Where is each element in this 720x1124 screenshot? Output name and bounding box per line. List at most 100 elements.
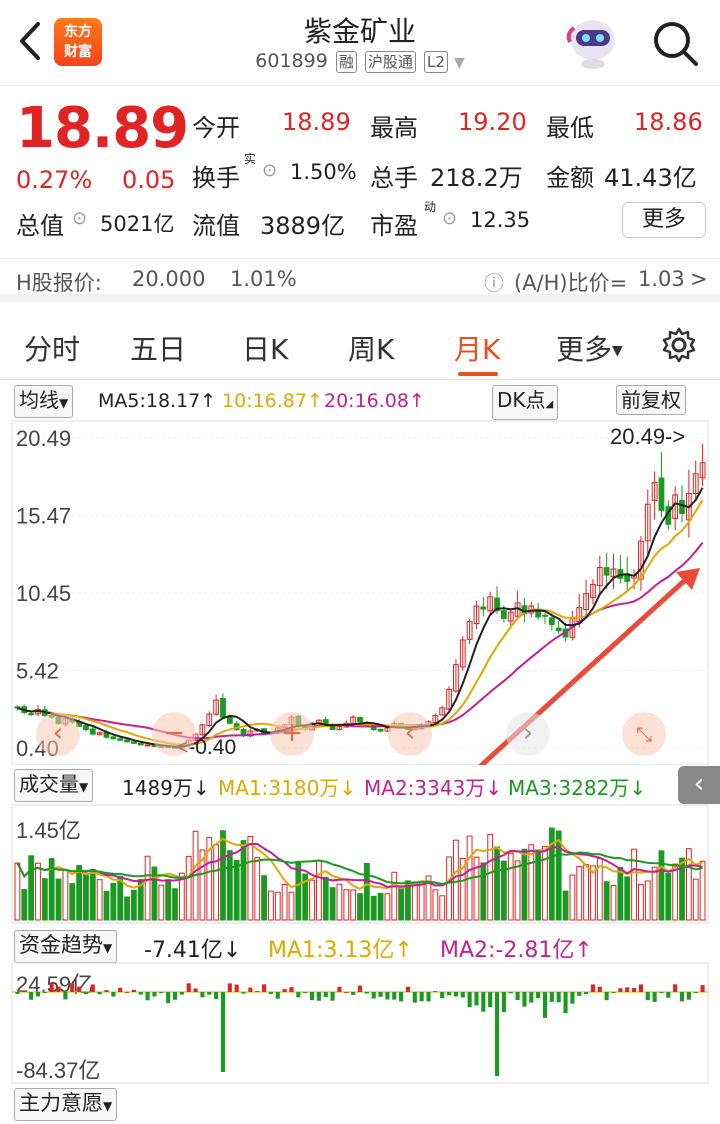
volume-bar [213, 844, 220, 921]
fund-bar [351, 992, 356, 995]
high-value: 19.20 [458, 108, 527, 136]
dk-point-button[interactable]: DK点◢ [492, 385, 559, 420]
volume-bar [432, 889, 439, 921]
more-quote-button[interactable]: 更多 [622, 202, 706, 238]
turnover-sup: 实 [244, 152, 257, 166]
fund-bar [673, 984, 678, 992]
robot-assistant-icon[interactable] [566, 14, 620, 70]
dropdown-triangle-icon: ▼ [103, 1099, 113, 1113]
tab-intraday[interactable]: 分时 [24, 328, 80, 368]
ma-selector[interactable]: 均线▼ [14, 385, 74, 418]
ah-ratio-value: 1.03 [638, 267, 685, 291]
volume-bar [110, 882, 117, 921]
info-icon[interactable]: ⊙ [442, 208, 457, 229]
volume-bar [28, 855, 35, 921]
fund-bar [241, 992, 246, 994]
volume-bar [14, 862, 21, 921]
volume-bar [322, 876, 329, 921]
volume-bar [233, 859, 240, 921]
y-tick-label: 20.49 [16, 426, 71, 451]
fund-bar [323, 992, 328, 997]
volume-bar [453, 839, 459, 921]
connect-tag: 沪股通 [364, 51, 416, 73]
tab-weekly-k[interactable]: 周K [348, 328, 394, 368]
fund-selector[interactable]: 资金趋势▼ [14, 930, 118, 963]
volume-bar [117, 875, 124, 921]
volume-label: 总手 [370, 164, 418, 192]
volume-bar [446, 856, 452, 921]
fund-bar [488, 992, 493, 1008]
fund-bar [399, 992, 404, 1002]
info-icon[interactable]: ⊙ [262, 160, 277, 181]
candle-body [89, 728, 96, 735]
fund-ma1: MA1:3.13亿↑ [268, 932, 413, 964]
fund-bar [207, 992, 212, 995]
volume-bar [261, 875, 267, 921]
intent-selector[interactable]: 主力意愿▼ [14, 1088, 118, 1121]
fund-bar [357, 985, 363, 992]
volume-bar [610, 884, 617, 921]
search-icon[interactable] [650, 18, 700, 68]
ma5-up-arrow: ↑ [200, 390, 217, 412]
candle-body [377, 728, 384, 732]
tab-monthly-k[interactable]: 月K [454, 328, 500, 368]
fund-bar [453, 992, 458, 997]
volume-bar [357, 893, 363, 921]
volume-selector[interactable]: 成交量▼ [14, 769, 94, 802]
fund-bar [159, 992, 164, 994]
candle-body [555, 627, 562, 632]
fund-bar [145, 992, 150, 1001]
ma20-value: 20:16.08↑ [324, 390, 425, 412]
ma5-value: MA5:18.17↑ [98, 390, 216, 412]
zoom-out-button[interactable]: − [152, 712, 196, 756]
fund-bar [77, 986, 82, 992]
fund-bar [97, 992, 102, 995]
candle-body [110, 736, 117, 740]
volume-bar [418, 881, 425, 921]
minus-icon: − [163, 718, 185, 748]
candle-body [603, 567, 610, 576]
dropdown-triangle-icon[interactable]: ▼ [454, 55, 465, 71]
scroll-prev-button[interactable]: ‹ [388, 712, 432, 756]
settings-gear-icon[interactable] [660, 326, 698, 364]
tab-more[interactable]: 更多▼ [556, 328, 623, 368]
candlestick-chart[interactable]: 20.4915.4710.455.420.40 20.49-> <-0.40 [0, 420, 720, 765]
y-tick-label: 10.45 [16, 581, 71, 606]
volume-bar [665, 873, 672, 921]
turnover-value: 1.50% [290, 160, 357, 184]
fund-bar [296, 992, 301, 998]
scroll-right-button[interactable]: › [506, 712, 550, 756]
volume-bar [295, 862, 302, 921]
fund-bar [378, 992, 383, 997]
fund-bar [529, 992, 534, 1003]
fund-bar [412, 992, 417, 1003]
low-label: 最低 [546, 114, 594, 142]
tab-daily-k[interactable]: 日K [242, 328, 288, 368]
h-share-pct: 1.01% [230, 267, 297, 291]
dropdown-triangle-icon: ▼ [59, 396, 69, 410]
help-icon[interactable]: ⓘ [484, 267, 504, 296]
fund-bar [214, 992, 219, 999]
volume-bar [185, 855, 192, 921]
fullscreen-button[interactable]: ⤡ [622, 712, 666, 756]
adjust-mode-button[interactable]: 前复权 [616, 385, 686, 415]
collapse-panel-button[interactable]: ‹ [678, 766, 720, 804]
volume-bar [528, 844, 535, 921]
fund-bar [584, 992, 589, 995]
volume-bar [521, 848, 528, 921]
level2-tag: L2 [423, 51, 448, 73]
volume-bar [89, 869, 96, 921]
market-cap-label: 总值 [16, 212, 64, 240]
volume-bar [377, 892, 384, 921]
scroll-left-button[interactable]: ‹ [36, 712, 80, 756]
info-icon[interactable]: ⊙ [72, 208, 87, 229]
zoom-in-button[interactable]: + [270, 712, 314, 756]
tab-five-day[interactable]: 五日 [130, 328, 186, 368]
fund-ma2-up-arrow: ↑ [574, 938, 593, 963]
fund-ma2-label: MA2:-2.81亿 [440, 938, 575, 963]
candle-body [28, 713, 35, 716]
volume-down-arrow: ↓ [192, 776, 210, 800]
volume-bar [480, 862, 487, 921]
h-share-row[interactable]: H股报价: 20.000 1.01% ⓘ (A/H)比价= 1.03 > [0, 258, 720, 302]
corner-triangle-icon: ◢ [545, 399, 554, 410]
